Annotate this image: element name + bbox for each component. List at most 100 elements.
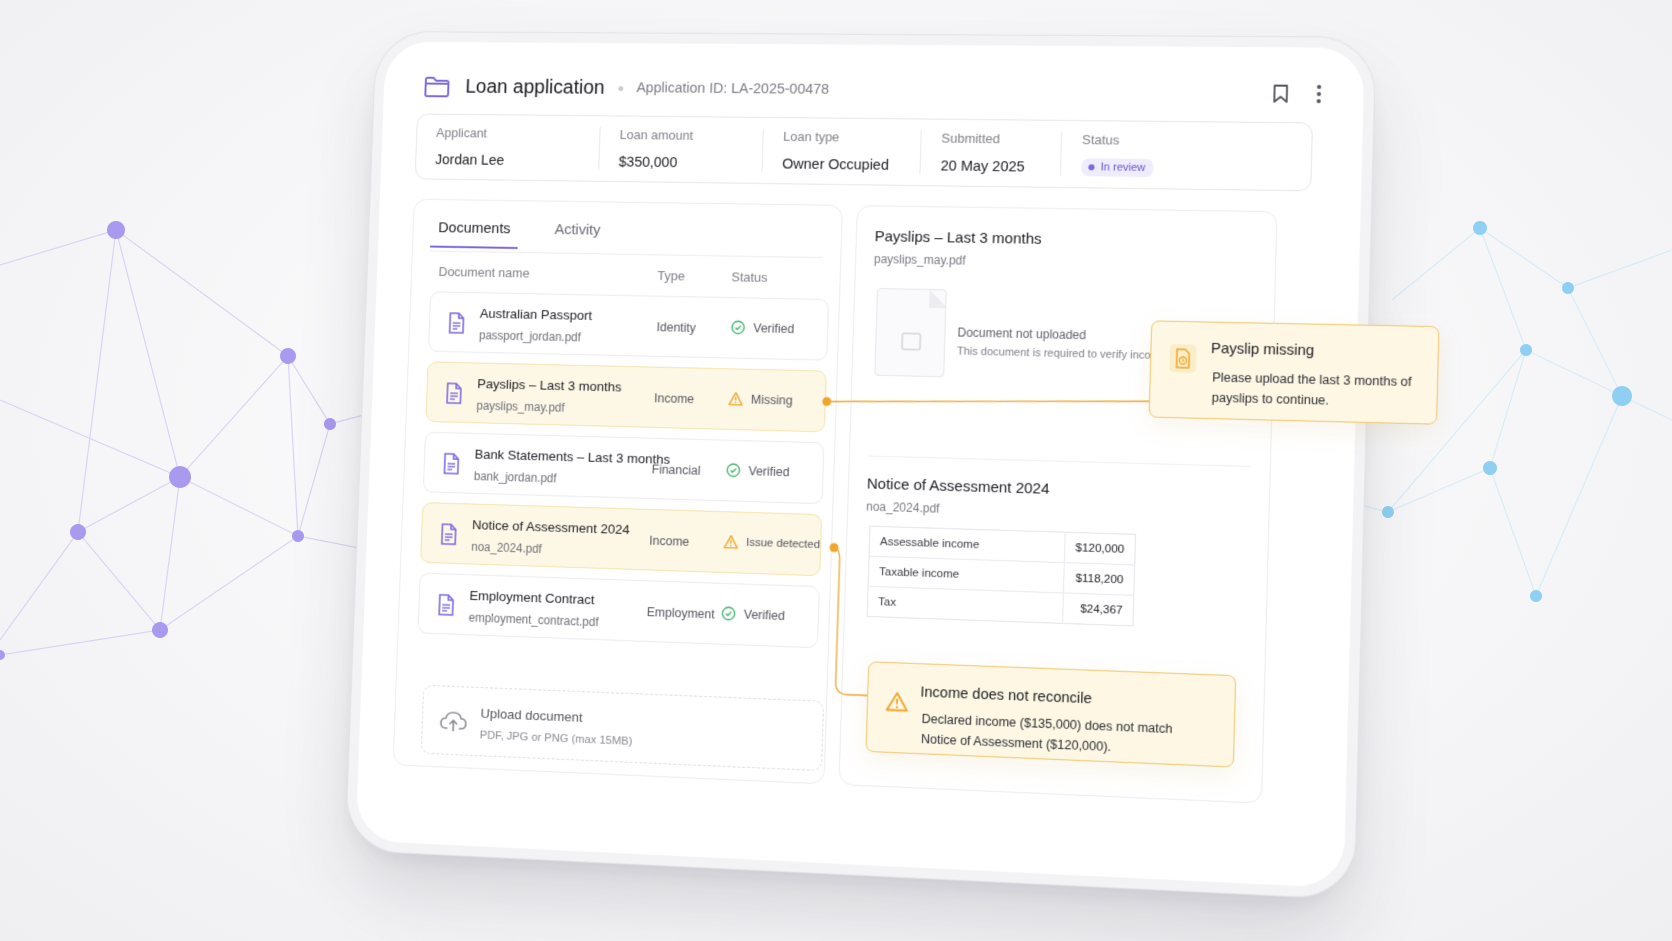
summary-submitted: Submitted 20 May 2025: [920, 130, 1063, 176]
empty-document-icon: [875, 289, 948, 378]
tab-bar: Documents Activity: [430, 213, 609, 251]
warning-icon: [886, 691, 909, 712]
application-id: Application ID: LA-2025-00478: [636, 80, 830, 98]
warning-icon: [723, 534, 738, 549]
document-status: Verified: [721, 606, 785, 623]
document-filename: bank_jordan.pdf: [473, 469, 557, 486]
document-status: Verified: [731, 320, 795, 336]
summary-loan-type: Loan type Owner Occupied: [762, 128, 922, 175]
upload-title: Upload document: [480, 705, 583, 725]
alert-line: payslips to continue.: [1211, 390, 1330, 408]
document-status: Missing: [728, 391, 793, 407]
page-title: Loan application: [465, 75, 606, 99]
table-label: Tax: [877, 595, 897, 609]
summary-value: Jordan Lee: [434, 152, 505, 169]
document-clock-icon: [1169, 344, 1197, 373]
document-name: Payslips – Last 3 months: [477, 376, 622, 395]
alert-payslip-missing: Payslip missing Please upload the last 3…: [1148, 320, 1440, 425]
summary-value: 20 May 2025: [940, 158, 1025, 176]
table-header: Document name Type Status: [438, 264, 820, 285]
status-label: Missing: [750, 392, 793, 408]
upload-hint: PDF, JPG or PNG (max 15MB): [479, 729, 633, 748]
summary-label: Status: [1081, 132, 1120, 148]
alert-title: Income does not reconcile: [920, 684, 1092, 708]
check-circle-icon: [726, 463, 741, 478]
tab-divider: [429, 250, 823, 259]
summary-loan-amount: Loan amount $350,000: [599, 127, 764, 173]
detail-divider: [867, 455, 1252, 467]
cloud-upload-icon: [440, 710, 468, 733]
summary-label: Loan amount: [619, 127, 694, 143]
tab-documents[interactable]: Documents: [430, 213, 519, 249]
more-options-icon[interactable]: [1316, 84, 1323, 104]
document-type: Income: [649, 533, 690, 549]
placeholder-title: Document not uploaded: [957, 325, 1087, 343]
app-header: Loan application Application ID: LA-2025…: [423, 69, 1322, 112]
summary-value: Owner Occupied: [781, 156, 890, 174]
document-name: Australian Passport: [479, 305, 593, 323]
document-row-payslips[interactable]: Payslips – Last 3 months payslips_may.pd…: [425, 361, 827, 433]
document-row-employment-contract[interactable]: Employment Contract employment_contract.…: [417, 572, 820, 649]
status-label: Verified: [753, 320, 795, 336]
document-status: Verified: [726, 463, 790, 480]
document-filename: employment_contract.pdf: [468, 610, 599, 630]
noa-detail-filename: noa_2024.pdf: [865, 499, 940, 516]
column-type: Type: [657, 268, 686, 284]
document-name: Employment Contract: [469, 588, 595, 608]
status-label: Verified: [743, 607, 786, 623]
status-label: Verified: [748, 463, 790, 479]
payslips-detail-filename: payslips_may.pdf: [873, 252, 966, 268]
bookmark-icon[interactable]: [1272, 84, 1289, 104]
placeholder-text: This document is required to verify inco…: [956, 345, 1170, 363]
separator-dot: [618, 85, 624, 91]
document-icon: [439, 523, 459, 545]
summary-label: Submitted: [941, 130, 1001, 147]
document-type: Employment: [646, 605, 715, 622]
payslips-detail-title: Payslips – Last 3 months: [874, 228, 1042, 248]
document-name: Bank Statements – Last 3 months: [474, 446, 671, 467]
check-circle-icon: [731, 320, 746, 335]
document-type: Income: [653, 391, 695, 407]
status-dot: [1088, 164, 1095, 171]
document-status: Issue detected: [723, 534, 820, 552]
summary-value: $350,000: [618, 154, 678, 172]
upload-dropzone[interactable]: Upload document PDF, JPG or PNG (max 15M…: [420, 684, 825, 772]
summary-label: Loan type: [782, 128, 840, 145]
document-row-passport[interactable]: Australian Passport passport_jordan.pdf …: [428, 291, 830, 361]
summary-label: Applicant: [435, 125, 488, 141]
column-document-name: Document name: [438, 264, 530, 281]
document-icon: [447, 312, 467, 334]
column-status: Status: [731, 269, 768, 285]
summary-status: Status In review: [1061, 132, 1215, 178]
document-filename: noa_2024.pdf: [471, 539, 542, 556]
application-summary: Applicant Jordan Lee Loan amount $350,00…: [414, 113, 1314, 192]
documents-panel: Documents Activity Document name Type St…: [392, 198, 844, 785]
check-circle-icon: [721, 606, 736, 621]
status-badge-label: In review: [1100, 161, 1146, 175]
document-name: Notice of Assessment 2024: [471, 517, 631, 538]
alert-income-mismatch: Income does not reconcile Declared incom…: [865, 661, 1237, 768]
tablet-frame: Loan application Application ID: LA-2025…: [355, 41, 1440, 889]
status-label: Issue detected: [745, 536, 821, 551]
status-badge: In review: [1081, 158, 1154, 178]
alert-title: Payslip missing: [1210, 340, 1315, 360]
document-row-notice-of-assessment[interactable]: Notice of Assessment 2024 noa_2024.pdf I…: [420, 502, 823, 577]
table-value: $120,000: [1064, 532, 1136, 565]
noa-detail-title: Notice of Assessment 2024: [866, 475, 1050, 498]
warning-icon: [728, 391, 743, 406]
tab-activity[interactable]: Activity: [546, 215, 608, 250]
document-icon: [442, 453, 462, 475]
folder-icon: [423, 75, 450, 98]
assessment-table: Assessable income $120,000 Taxable income…: [866, 525, 1137, 627]
document-type: Identity: [656, 320, 697, 335]
table-value: $118,200: [1063, 562, 1135, 596]
document-row-bank-statements[interactable]: Bank Statements – Last 3 months bank_jor…: [422, 431, 825, 505]
document-icon: [436, 594, 456, 616]
summary-applicant: Applicant Jordan Lee: [415, 125, 601, 171]
document-filename: payslips_may.pdf: [476, 398, 565, 415]
document-placeholder: [874, 287, 948, 378]
table-value: $24,367: [1062, 592, 1134, 626]
document-filename: passport_jordan.pdf: [478, 328, 582, 345]
document-icon: [444, 382, 464, 404]
document-type: Financial: [651, 462, 701, 478]
